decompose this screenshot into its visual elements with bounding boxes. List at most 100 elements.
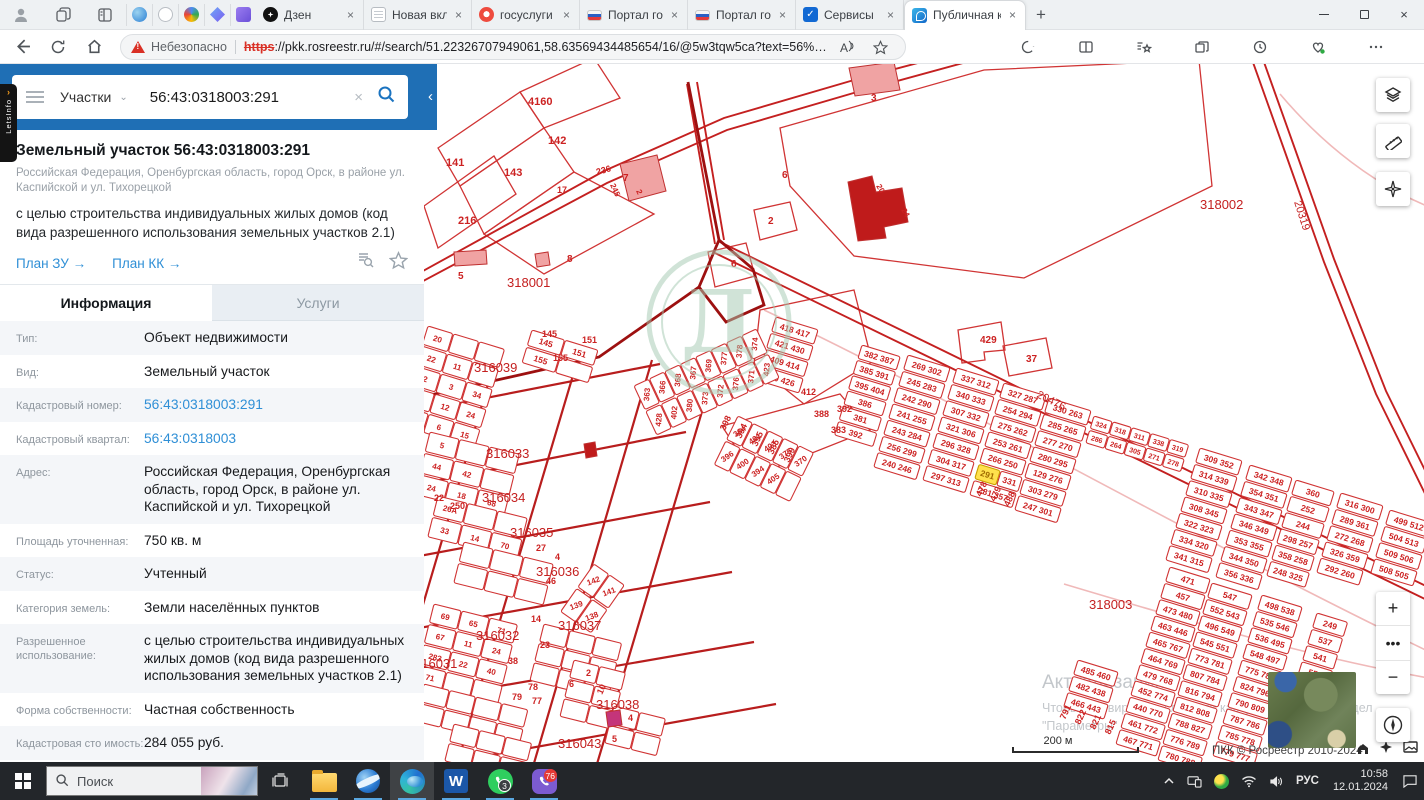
start-button[interactable] — [0, 762, 46, 800]
edge-browser-taskbar-icon[interactable] — [390, 762, 434, 800]
taskbar-search-box[interactable]: Поиск — [46, 766, 258, 796]
tray-wifi-icon[interactable] — [1235, 762, 1263, 800]
search-icon[interactable] — [377, 85, 396, 109]
new-tab-button[interactable]: + — [1026, 5, 1056, 25]
clear-search-icon[interactable]: × — [354, 89, 363, 106]
tab-close-icon[interactable]: × — [777, 8, 788, 22]
tray-language-indicator[interactable]: РУС — [1290, 762, 1325, 800]
browser-tab-1[interactable]: Новая вкладк × — [364, 0, 472, 30]
vertical-tabs-icon[interactable] — [90, 4, 120, 26]
row-label: Вид: — [16, 366, 39, 379]
refresh-button[interactable] — [44, 34, 72, 60]
collections-icon[interactable] — [1187, 34, 1217, 60]
plan-link-1[interactable]: План КК → — [112, 256, 181, 271]
window-close-button[interactable]: × — [1384, 0, 1424, 30]
word-taskbar-icon[interactable]: W — [434, 762, 478, 800]
browser-navbar: Небезопасно https ://pkk.rosreestr.ru/#/… — [0, 30, 1424, 64]
taskbar-search-image[interactable] — [201, 767, 257, 795]
zoom-more-button[interactable]: ••• — [1376, 625, 1410, 659]
collapse-panel-icon[interactable]: ‹ — [428, 88, 433, 105]
profile-icon[interactable] — [6, 4, 36, 26]
home-button[interactable] — [80, 34, 108, 60]
tray-clock[interactable]: 10:58 12.01.2024 — [1325, 768, 1396, 794]
browser-tab-3[interactable]: Портал госуда × — [580, 0, 688, 30]
more-icon[interactable] — [1361, 34, 1391, 60]
squares-purple-icon[interactable] — [230, 3, 256, 26]
row-label: Тип: — [16, 333, 38, 345]
back-button[interactable] — [8, 34, 36, 60]
table-row: Кадастровый квартал: 56:43:0318003 — [0, 422, 424, 456]
tab-favicon-dzen — [263, 7, 278, 22]
tray-antivirus-icon[interactable] — [1208, 762, 1235, 800]
url-text[interactable]: ://pkk.rosreestr.ru/#/search/51.22326707… — [274, 40, 832, 54]
compass-button[interactable] — [1376, 708, 1410, 742]
add-favorite-icon[interactable] — [865, 34, 895, 60]
tray-chevron-up-icon[interactable] — [1157, 762, 1181, 800]
zoom-out-button[interactable]: − — [1376, 659, 1410, 694]
locate-button[interactable] — [1376, 172, 1410, 206]
whatsapp-taskbar-icon[interactable]: 3 — [478, 762, 522, 800]
tab-actions-icon[interactable] — [48, 4, 78, 26]
globe-blue-icon[interactable] — [126, 3, 152, 26]
tab-close-icon[interactable]: × — [453, 8, 464, 22]
table-row: Статус: Учтенный — [0, 557, 424, 591]
svg-text:5: 5 — [612, 734, 617, 744]
circle-multicolor-icon[interactable] — [178, 3, 204, 26]
browser-tab-5[interactable]: ✓ Сервисы × — [796, 0, 904, 30]
task-view-button[interactable] — [258, 762, 302, 800]
browser-tab-4[interactable]: Портал госуда × — [688, 0, 796, 30]
search-box[interactable]: Участки ⌄ 56:43:0318003:291 × — [12, 75, 408, 119]
favorite-star-icon[interactable] — [388, 251, 409, 275]
viber-taskbar-icon[interactable]: 76 — [522, 762, 566, 800]
svg-text:5: 5 — [458, 271, 464, 282]
tray-volume-icon[interactable] — [1263, 762, 1290, 800]
panel-tab-info[interactable]: Информация — [0, 285, 212, 321]
tab-favicon-flag — [587, 10, 602, 21]
tab-close-icon[interactable]: × — [561, 8, 572, 22]
address-bar[interactable]: Небезопасно https ://pkk.rosreestr.ru/#/… — [120, 34, 906, 60]
svg-text:366: 366 — [657, 380, 667, 395]
tab-label: Новая вкладк — [392, 7, 447, 22]
tray-devices-icon[interactable] — [1181, 762, 1208, 800]
history-icon[interactable] — [1245, 34, 1275, 60]
essentials-icon[interactable] — [1303, 34, 1333, 60]
photos-app-taskbar-icon[interactable] — [346, 762, 390, 800]
measure-ruler-button[interactable] — [1376, 124, 1410, 158]
read-aloud-icon[interactable]: A — [840, 40, 855, 55]
layers-button[interactable] — [1376, 78, 1410, 112]
circle-grey-icon[interactable] — [152, 3, 178, 26]
browser-tab-2[interactable]: госуслуги лич × — [472, 0, 580, 30]
svg-text:6: 6 — [569, 679, 574, 689]
row-label: Кадастровый квартал: — [16, 433, 130, 446]
favorites-icon[interactable] — [1129, 34, 1159, 60]
window-minimize-button[interactable] — [1304, 0, 1344, 30]
svg-text:316038: 316038 — [596, 697, 639, 712]
menu-icon[interactable] — [26, 91, 44, 103]
plan-link-0[interactable]: План ЗУ → — [16, 256, 86, 271]
row-value[interactable]: 56:43:0318003:291 — [144, 396, 424, 414]
cadastral-map[interactable]: АктуализацияЧтобы активировать слой или … — [424, 64, 1424, 762]
svg-text:392: 392 — [837, 404, 852, 414]
not-secure-label[interactable]: Небезопасно — [151, 40, 227, 54]
tab-close-icon[interactable]: × — [1007, 8, 1018, 22]
search-category-dropdown[interactable]: Участки — [60, 89, 111, 105]
tab-close-icon[interactable]: × — [885, 8, 896, 22]
preview-plan-icon[interactable] — [356, 251, 375, 275]
panel-tab-services[interactable]: Услуги — [212, 285, 424, 321]
svg-text:316034: 316034 — [482, 490, 525, 505]
browser-tab-0[interactable]: Дзен × — [256, 0, 364, 30]
tray-notifications-icon[interactable] — [1396, 762, 1424, 800]
split-screen-icon[interactable] — [1071, 34, 1101, 60]
search-input[interactable]: 56:43:0318003:291 — [150, 89, 355, 106]
diamond-blue-icon[interactable] — [204, 3, 230, 26]
file-explorer-taskbar-icon[interactable] — [302, 762, 346, 800]
row-value[interactable]: 56:43:0318003 — [144, 430, 424, 448]
tab-close-icon[interactable]: × — [345, 8, 356, 22]
copilot-icon[interactable] — [1013, 34, 1043, 60]
tab-close-icon[interactable]: × — [669, 8, 680, 22]
letsinfo-extension-tab[interactable]: › LetsInfo — [0, 84, 17, 162]
zoom-in-button[interactable]: + — [1376, 592, 1410, 625]
minimap-preview[interactable] — [1268, 672, 1356, 748]
browser-tab-6[interactable]: Публичная ка × — [904, 0, 1026, 30]
window-restore-button[interactable] — [1344, 0, 1384, 30]
